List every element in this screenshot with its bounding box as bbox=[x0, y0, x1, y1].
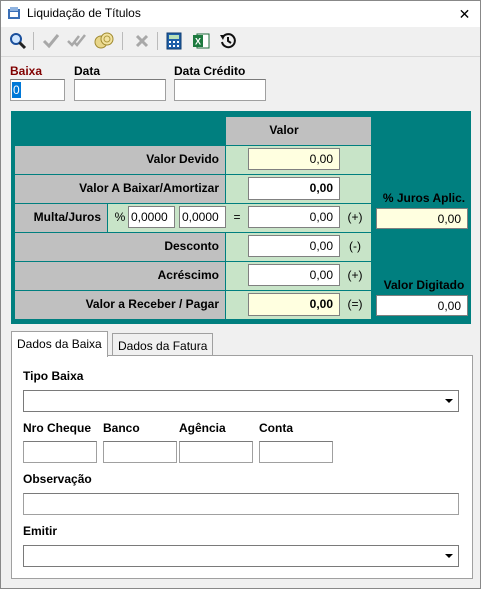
equals-sign: = bbox=[233, 210, 241, 224]
valor-devido-field: 0,00 bbox=[248, 148, 340, 170]
acrescimo-input[interactable]: 0,00 bbox=[248, 264, 340, 286]
desconto-input[interactable]: 0,00 bbox=[248, 235, 340, 257]
tab-dados-fatura-label: Dados da Fatura bbox=[118, 339, 208, 353]
tab-dados-fatura[interactable]: Dados da Fatura bbox=[112, 333, 214, 357]
plus-sign: (+) bbox=[347, 210, 363, 224]
observacao-input[interactable] bbox=[23, 493, 459, 515]
desconto-label: Desconto bbox=[15, 233, 225, 261]
baixa-value: 0 bbox=[12, 82, 21, 98]
toolbar-separator bbox=[157, 32, 158, 50]
percent-sign: % bbox=[114, 210, 126, 224]
valor-column-header: Valor bbox=[226, 117, 342, 145]
nro-cheque-label: Nro Cheque bbox=[23, 421, 92, 435]
valor-digitado-label: Valor Digitado bbox=[383, 278, 465, 292]
search-icon[interactable] bbox=[7, 30, 29, 52]
agencia-input[interactable] bbox=[179, 441, 253, 463]
valor-baixar-input[interactable]: 0,00 bbox=[248, 177, 340, 200]
agencia-label: Agência bbox=[179, 421, 226, 435]
coins-icon[interactable] bbox=[93, 30, 115, 52]
emitir-label: Emitir bbox=[23, 524, 58, 538]
multa-juros-value[interactable]: 0,00 bbox=[248, 206, 340, 228]
observacao-label: Observação bbox=[23, 472, 92, 486]
tab-panel: Tipo Baixa Nro Cheque Banco Agência Cont… bbox=[11, 355, 473, 579]
check-icon[interactable] bbox=[40, 30, 62, 52]
valor-receber-field: 0,00 bbox=[248, 293, 340, 316]
acrescimo-label: Acréscimo bbox=[15, 262, 225, 290]
conta-label: Conta bbox=[259, 421, 293, 435]
tipo-baixa-label: Tipo Baixa bbox=[23, 369, 84, 383]
app-icon bbox=[7, 6, 21, 20]
valor-devido-label: Valor Devido bbox=[15, 146, 225, 174]
data-credito-field[interactable] bbox=[174, 79, 266, 101]
title-bar: Liquidação de Títulos ✕ bbox=[1, 1, 480, 27]
window-title: Liquidação de Títulos bbox=[27, 6, 141, 20]
conta-input[interactable] bbox=[259, 441, 333, 463]
multa-juros-label: Multa/Juros bbox=[15, 204, 107, 232]
double-check-icon[interactable] bbox=[66, 30, 88, 52]
toolbar-separator bbox=[33, 32, 34, 50]
tipo-baixa-select[interactable] bbox=[23, 390, 459, 412]
toolbar: X bbox=[1, 27, 480, 57]
values-panel: Valor Valor Devido 0,00 Valor A Baixar/A… bbox=[11, 111, 471, 324]
multa-percent-input[interactable]: 0,0000 bbox=[128, 206, 175, 228]
banco-input[interactable] bbox=[103, 441, 177, 463]
history-icon[interactable] bbox=[217, 30, 239, 52]
emitir-select[interactable] bbox=[23, 545, 459, 567]
juros-percent-input[interactable]: 0,0000 bbox=[179, 206, 226, 228]
svg-text:X: X bbox=[195, 37, 201, 47]
valor-receber-label: Valor a Receber / Pagar bbox=[15, 291, 225, 319]
juros-aplic-field: 0,00 bbox=[376, 208, 468, 229]
baixa-label: Baixa bbox=[10, 64, 43, 78]
tab-dados-baixa-label: Dados da Baixa bbox=[17, 337, 102, 351]
valor-baixar-label: Valor A Baixar/Amortizar bbox=[15, 175, 225, 203]
data-field[interactable] bbox=[74, 79, 166, 101]
close-button[interactable]: ✕ bbox=[449, 1, 480, 27]
nro-cheque-input[interactable] bbox=[23, 441, 97, 463]
tab-dados-baixa[interactable]: Dados da Baixa bbox=[11, 331, 108, 357]
baixa-field[interactable]: 0 bbox=[10, 79, 65, 101]
excel-icon[interactable]: X bbox=[190, 30, 212, 52]
banco-label: Banco bbox=[103, 421, 140, 435]
toolbar-separator bbox=[122, 32, 123, 50]
plus-sign: (+) bbox=[347, 268, 363, 282]
sign-column-header bbox=[342, 117, 371, 145]
cancel-icon[interactable] bbox=[131, 30, 153, 52]
window: Liquidação de Títulos ✕ X Baixa 0 Data D… bbox=[0, 0, 481, 589]
chevron-down-icon[interactable] bbox=[441, 392, 457, 410]
chevron-down-icon[interactable] bbox=[441, 547, 457, 565]
juros-aplic-label: % Juros Aplic. bbox=[382, 191, 466, 205]
data-credito-label: Data Crédito bbox=[174, 64, 246, 78]
calculator-icon[interactable] bbox=[163, 30, 185, 52]
minus-sign: (-) bbox=[349, 239, 361, 253]
data-label: Data bbox=[74, 64, 101, 78]
valor-digitado-field: 0,00 bbox=[376, 295, 468, 316]
equals-sign: (=) bbox=[347, 297, 363, 311]
